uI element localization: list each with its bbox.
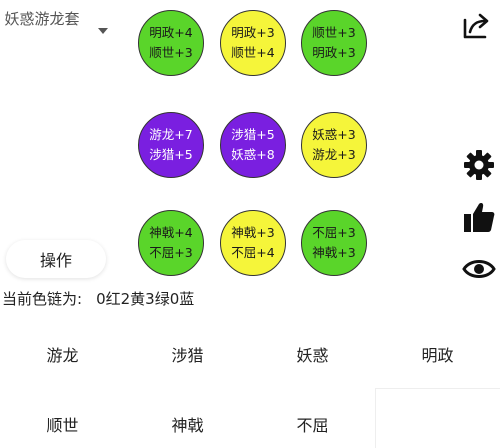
slot-stat: 神戟+4: [149, 225, 193, 240]
set-selector-value: 妖惑游龙套: [4, 10, 80, 28]
attribute-button[interactable]: 不屈: [250, 400, 375, 448]
set-selector[interactable]: 妖惑游龙套: [0, 6, 110, 54]
slot-1-1[interactable]: 明政+4 顺世+3: [138, 10, 204, 76]
slot-stat: 神戟+3: [231, 225, 275, 240]
slot-stat: 神戟+3: [312, 245, 356, 260]
attribute-button[interactable]: 明政: [375, 330, 500, 378]
attribute-button[interactable]: 妖惑: [250, 330, 375, 378]
slot-1-3[interactable]: 顺世+3 明政+3: [301, 10, 367, 76]
slot-stat: 明政+3: [231, 25, 275, 40]
slot-1-2[interactable]: 明政+3 顺世+4: [220, 10, 286, 76]
attribute-button[interactable]: 顺世: [0, 400, 125, 448]
slot-3-3[interactable]: 不屈+3 神戟+3: [301, 210, 367, 276]
slot-stat: 涉猎+5: [149, 147, 193, 162]
thumbs-up-icon[interactable]: [462, 200, 496, 234]
color-chain-label: 当前色链为:: [2, 290, 83, 308]
slot-3-1[interactable]: 神戟+4 不屈+3: [138, 210, 204, 276]
slot-stat: 顺世+3: [312, 25, 356, 40]
attribute-button[interactable]: 涉猎: [125, 330, 250, 378]
color-chain-value: 0红2黄3绿0蓝: [96, 290, 195, 308]
slot-stat: 明政+3: [312, 45, 356, 60]
slot-2-3[interactable]: 妖惑+3 游龙+3: [301, 112, 367, 178]
attribute-grid: 游龙 涉猎 妖惑 明政 顺世 神戟 不屈: [0, 330, 500, 448]
slot-stat: 顺世+3: [149, 45, 193, 60]
gear-icon[interactable]: [462, 148, 496, 182]
slot-stat: 游龙+3: [312, 147, 356, 162]
slot-2-1[interactable]: 游龙+7 涉猎+5: [138, 112, 204, 178]
slot-2-2[interactable]: 涉猎+5 妖惑+8: [220, 112, 286, 178]
slot-stat: 妖惑+8: [231, 147, 275, 162]
slot-stat: 游龙+7: [149, 127, 193, 142]
slot-stat: 不屈+3: [149, 245, 193, 260]
slot-stat: 顺世+4: [231, 45, 275, 60]
app-screen: 妖惑游龙套 明政+4 顺世+3 明政+3 顺世+4 顺世+3 明政+3 游龙+7…: [0, 0, 500, 448]
slot-stat: 妖惑+3: [312, 127, 356, 142]
slot-stat: 明政+4: [149, 25, 193, 40]
slot-stat: 不屈+4: [231, 245, 275, 260]
attribute-button[interactable]: 神戟: [125, 400, 250, 448]
chevron-down-icon: [98, 28, 108, 34]
slot-stat: 涉猎+5: [231, 127, 275, 142]
attribute-button[interactable]: 游龙: [0, 330, 125, 378]
color-chain-status: 当前色链为: 0红2黄3绿0蓝: [2, 288, 194, 309]
eye-icon[interactable]: [462, 256, 496, 282]
share-icon[interactable]: [460, 10, 492, 42]
slot-stat: 不屈+3: [312, 225, 356, 240]
operate-button[interactable]: 操作: [6, 240, 106, 278]
empty-cell: [375, 388, 500, 448]
slot-3-2[interactable]: 神戟+3 不屈+4: [220, 210, 286, 276]
